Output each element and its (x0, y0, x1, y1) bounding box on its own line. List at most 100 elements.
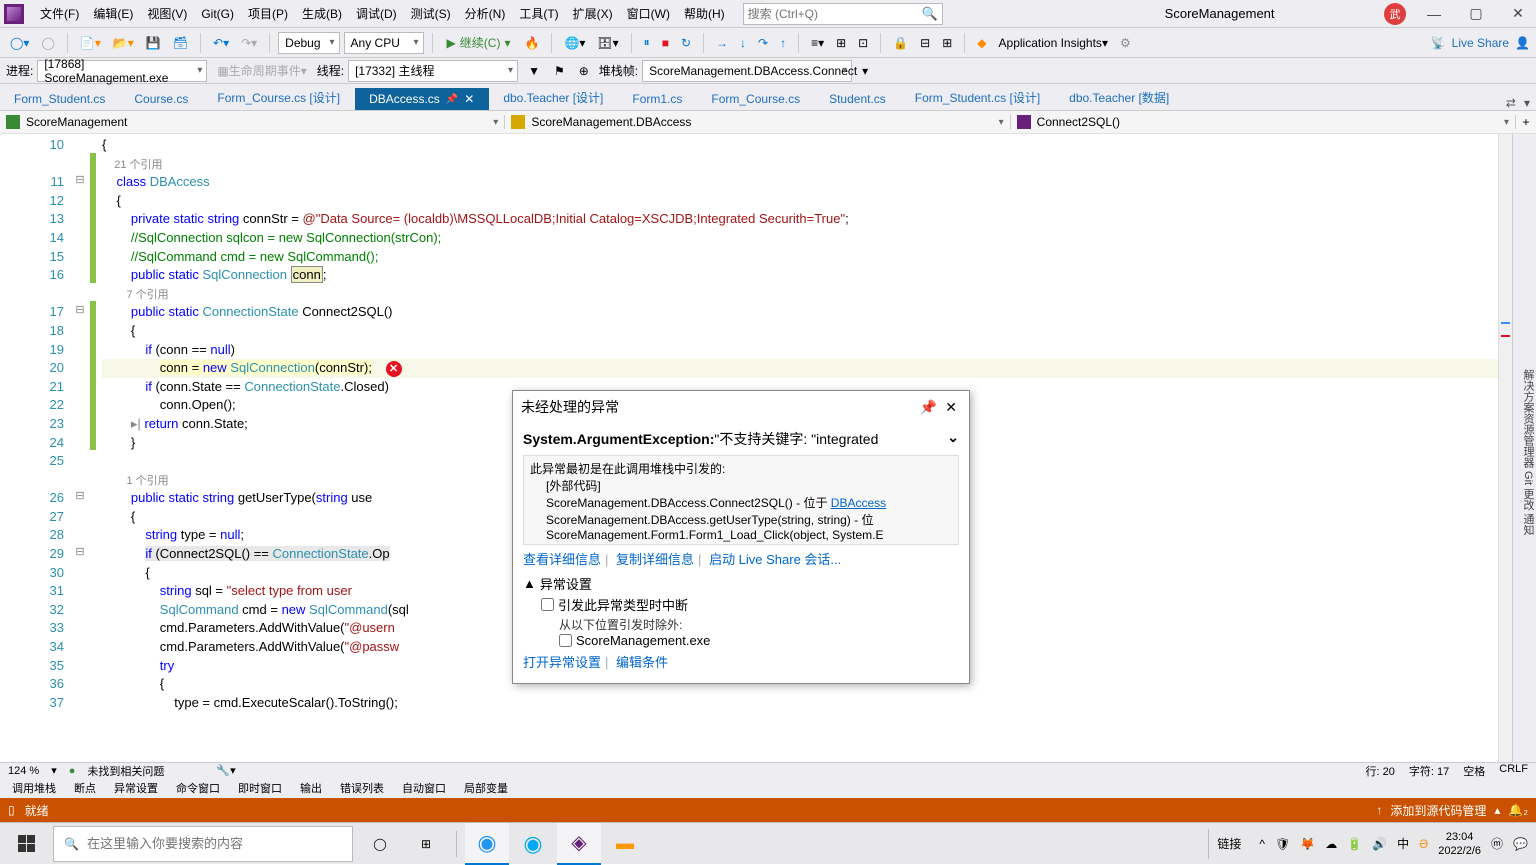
thread-combo[interactable]: [17332] 主线程 (348, 60, 518, 82)
step-into-button[interactable]: ↓ (736, 34, 750, 52)
pause-button[interactable]: ⏸ (640, 33, 654, 52)
collapse-icon[interactable]: ▲ (523, 576, 536, 591)
start-liveshare-link[interactable]: 启动 Live Share 会话... (709, 552, 841, 567)
menu-project[interactable]: 项目(P) (242, 1, 294, 26)
status-indent[interactable]: 空格 (1463, 763, 1485, 779)
task-view-button[interactable]: ⊞ (404, 823, 448, 865)
tab-menu-icon[interactable]: ▾ (1524, 96, 1530, 110)
taskbar-app-browser2[interactable]: ◉ (511, 823, 555, 865)
outtab-locals[interactable]: 局部变量 (456, 778, 516, 798)
menu-view[interactable]: 视图(V) (141, 1, 193, 26)
appinsights-button[interactable]: Application Insights ▾ (995, 34, 1112, 52)
undo-button[interactable]: ↶▾ (209, 34, 233, 52)
outtab-callstack[interactable]: 调用堆栈 (4, 778, 64, 798)
start-button[interactable] (4, 823, 48, 865)
menu-debug[interactable]: 调试(D) (350, 1, 403, 26)
tray-chevron-icon[interactable]: ^ (1259, 837, 1265, 851)
outtab-errors[interactable]: 错误列表 (332, 778, 392, 798)
close-button[interactable]: ✕ (1504, 5, 1532, 22)
outtab-exceptions[interactable]: 异常设置 (106, 778, 166, 798)
feedback-button[interactable]: 👤 (1515, 36, 1530, 50)
open-exception-settings-link[interactable]: 打开异常设置 (523, 655, 601, 670)
user-avatar[interactable]: 武 (1384, 3, 1406, 25)
status-eol[interactable]: CRLF (1499, 763, 1528, 779)
overview-ruler[interactable] (1498, 134, 1512, 762)
stackframe-down-icon[interactable]: ▾ (858, 62, 872, 80)
thread-icon[interactable]: ⊕ (575, 62, 593, 80)
show-next-button[interactable]: → (712, 34, 732, 52)
tray-cloud-icon[interactable]: ☁ (1325, 837, 1337, 851)
test-button[interactable]: ◆ (973, 34, 990, 52)
save-all-button[interactable]: 🗃 (169, 34, 192, 52)
notification-bell-icon[interactable]: 🔔₂ (1508, 803, 1528, 817)
exception-pin-icon[interactable]: 📌 (916, 399, 941, 416)
tab-dbo-teacher-design[interactable]: dbo.Teacher [设计] (489, 85, 618, 110)
restart-button[interactable]: ↻ (677, 34, 695, 52)
open-button[interactable]: 📂▾ (109, 34, 138, 52)
menu-build[interactable]: 生成(B) (296, 1, 348, 26)
nav-back-button[interactable]: ◯▾ (6, 34, 33, 52)
taskbar-app-browser1[interactable]: ◉ (465, 823, 509, 865)
issues-label[interactable]: 未找到相关问题 (87, 763, 164, 779)
tray-ime-icon[interactable]: 中 (1397, 835, 1409, 852)
tab-form-student[interactable]: Form_Student.cs (0, 88, 120, 110)
align-button[interactable]: ≡▾ (807, 34, 828, 52)
new-item-button[interactable]: 📄▾ (76, 34, 105, 52)
tray-fox-icon[interactable]: 🦊 (1300, 837, 1315, 851)
stackframe-combo[interactable]: ScoreManagement.DBAccess.Connect (642, 60, 852, 82)
tray-shield-icon[interactable]: 🛡 (1275, 837, 1290, 851)
tab-dbo-teacher-data[interactable]: dbo.Teacher [数据] (1055, 85, 1184, 110)
taskbar-app-misc[interactable]: ▬ (603, 823, 647, 865)
tray-notifications-icon[interactable]: 💬 (1513, 837, 1528, 851)
minimize-button[interactable]: — (1420, 6, 1448, 22)
close-tab-icon[interactable]: ✕ (464, 92, 474, 106)
nav-member[interactable]: Connect2SQL() (1011, 115, 1516, 129)
side-tool-tabs[interactable]: 解决方案资源管理器 Git 更改 通知 (1512, 134, 1536, 762)
exception-close-icon[interactable]: ✕ (941, 399, 961, 416)
tab-form-course[interactable]: Form_Course.cs (697, 88, 815, 110)
tray-weibo-icon[interactable]: Ə (1419, 837, 1428, 851)
tab-order-button[interactable]: ⊞ (938, 34, 956, 52)
stop-button[interactable]: ■ (658, 34, 673, 52)
menu-test[interactable]: 测试(S) (405, 1, 457, 26)
taskbar-search-input[interactable] (87, 836, 342, 851)
browser-button[interactable]: 🌐▾ (560, 34, 589, 52)
zoom-level[interactable]: 124 % (8, 765, 39, 777)
outtab-breakpoints[interactable]: 断点 (66, 778, 104, 798)
maximize-button[interactable]: ▢ (1462, 5, 1490, 22)
settings-icon[interactable]: ⚙ (1116, 34, 1135, 52)
nav-namespace[interactable]: ScoreManagement (0, 115, 505, 129)
break-on-throw-checkbox[interactable] (541, 598, 554, 611)
grid-button[interactable]: ⊞ (832, 34, 850, 52)
filter-icon[interactable]: ▼ (524, 62, 544, 80)
nav-class[interactable]: ScoreManagement.DBAccess (505, 115, 1010, 129)
tab-overflow-icon[interactable]: ⇄ (1506, 96, 1516, 110)
outtab-command[interactable]: 命令窗口 (168, 778, 228, 798)
except-item-checkbox[interactable] (559, 634, 572, 647)
scm-button[interactable]: 添加到源代码管理 (1390, 802, 1486, 819)
layout-button[interactable]: ⊡ (854, 34, 872, 52)
step-over-button[interactable]: ↷ (754, 34, 772, 52)
outtab-autos[interactable]: 自动窗口 (394, 778, 454, 798)
scm-dropdown-icon[interactable]: ▴ (1494, 803, 1500, 817)
copy-details-link[interactable]: 复制详细信息 (616, 552, 694, 567)
menu-tools[interactable]: 工具(T) (513, 1, 564, 26)
tray-clock[interactable]: 23:042022/2/6 (1438, 830, 1481, 858)
pin-icon[interactable]: 📌 (446, 94, 458, 105)
dock-button[interactable]: ⊟ (916, 34, 934, 52)
outtab-immediate[interactable]: 即时窗口 (230, 778, 290, 798)
tray-battery-icon[interactable]: 🔋 (1347, 837, 1362, 851)
menu-git[interactable]: Git(G) (195, 3, 240, 25)
lifecycle-button[interactable]: ▦ 生命周期事件 ▾ (213, 60, 310, 81)
process-combo[interactable]: [17868] ScoreManagement.exe (37, 60, 207, 82)
tab-dbaccess[interactable]: DBAccess.cs 📌 ✕ (355, 88, 489, 110)
cortana-button[interactable]: ◯ (358, 823, 402, 865)
tab-form1[interactable]: Form1.cs (618, 88, 697, 110)
menu-search-input[interactable] (748, 7, 922, 21)
flag-icon[interactable]: ⚑ (550, 62, 569, 80)
nav-fwd-button[interactable]: ◯ (37, 34, 58, 52)
menu-search-box[interactable]: 🔍 (743, 3, 943, 25)
tab-form-course-design[interactable]: Form_Course.cs [设计] (203, 85, 355, 110)
exception-collapse-icon[interactable]: ⌄ (947, 429, 959, 446)
menu-edit[interactable]: 编辑(E) (87, 1, 139, 26)
